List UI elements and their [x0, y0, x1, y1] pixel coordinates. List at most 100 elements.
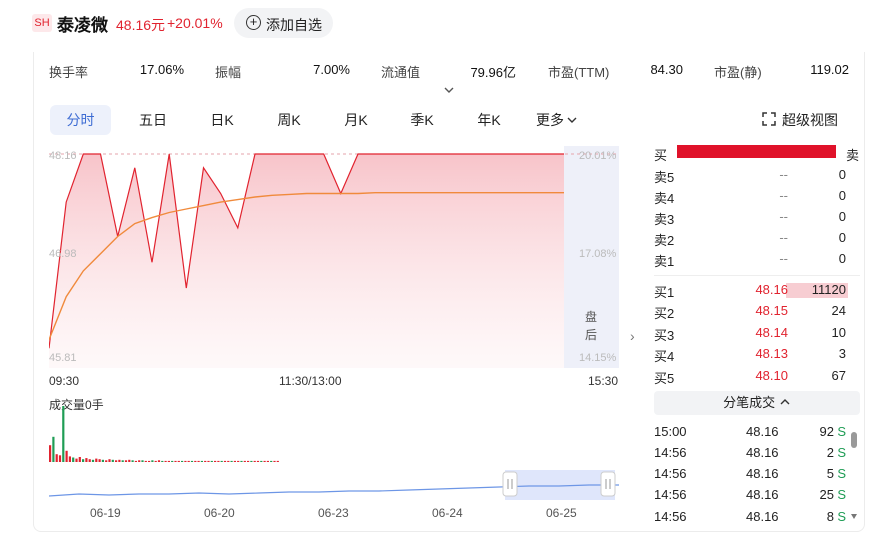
- tab-quarterly-k[interactable]: 季K: [400, 105, 444, 135]
- volume-bar: [55, 454, 58, 462]
- volume-bar: [276, 460, 279, 462]
- volume-bar: [124, 460, 128, 462]
- nav-date-5: 06-25: [546, 506, 577, 520]
- tab-monthly-k[interactable]: 月K: [334, 105, 378, 135]
- ask-price: --: [779, 188, 788, 203]
- ask-label: 卖2: [654, 233, 675, 248]
- x-tick-close: 15:30: [588, 374, 619, 388]
- x-tick-open: 09:30: [49, 374, 80, 388]
- volume-bar: [167, 460, 170, 462]
- nav-date-4: 06-24: [432, 506, 463, 520]
- tick-side: S: [837, 445, 846, 460]
- chevron-down-icon[interactable]: [443, 84, 455, 96]
- volume-bar: [217, 460, 220, 462]
- stat-label-amplitude: 振幅: [215, 65, 242, 80]
- nav-date-3: 06-23: [318, 506, 349, 520]
- ask-row: 卖4 -- 0: [654, 188, 850, 209]
- bid-qty: 24: [831, 303, 846, 318]
- volume-bar: [260, 460, 263, 462]
- tick-price: 48.16: [746, 445, 779, 460]
- scroll-down-icon[interactable]: [851, 514, 857, 519]
- tab-intraday[interactable]: 分时: [50, 105, 111, 135]
- volume-bar: [85, 458, 88, 462]
- ask-label: 卖1: [654, 254, 675, 269]
- bid-qty: 10: [831, 325, 846, 340]
- bid-label: 买2: [654, 306, 675, 321]
- intraday-chart[interactable]: 盘 后: [49, 146, 619, 376]
- navigator-left-handle[interactable]: [502, 471, 518, 497]
- volume-bar: [115, 460, 118, 462]
- bid-label: 买1: [654, 285, 675, 300]
- tick-trades-label: 分笔成交: [723, 395, 776, 410]
- bid-qty: 11120: [811, 282, 846, 297]
- bid-row: 买2 48.15 24: [654, 303, 850, 324]
- y-tick-right-low: 14.15%: [579, 352, 617, 364]
- tab-more[interactable]: 更多: [536, 105, 588, 135]
- volume-bar: [111, 459, 114, 462]
- tick-row: 14:56 48.16 2 S: [654, 445, 850, 466]
- sell-label: 卖: [846, 148, 860, 163]
- ask-price: --: [779, 230, 788, 245]
- after-hours-label-1: 盘: [585, 309, 597, 324]
- stat-value-float-cap: 79.96亿: [470, 65, 516, 80]
- tick-list-scrollbar[interactable]: [850, 428, 858, 524]
- volume-bar: [230, 460, 233, 462]
- tick-time: 14:56: [654, 466, 687, 481]
- volume-bar: [273, 460, 276, 462]
- stat-value-amplitude: 7.00%: [313, 62, 350, 77]
- scrollbar-thumb[interactable]: [851, 432, 857, 448]
- bid-qty: 67: [831, 368, 846, 383]
- ask-label: 卖3: [654, 212, 675, 227]
- add-watchlist-button[interactable]: + 添加自选: [234, 8, 333, 38]
- tick-side: S: [837, 466, 846, 481]
- stat-value-pe-ttm: 84.30: [650, 62, 683, 77]
- bid-label: 买5: [654, 371, 675, 386]
- volume-bar: [247, 460, 250, 462]
- ask-qty: 0: [838, 230, 846, 245]
- tick-trades-toggle[interactable]: 分笔成交: [654, 391, 860, 415]
- navigator-right-handle[interactable]: [600, 471, 616, 497]
- tick-vol: 2: [826, 445, 834, 460]
- tick-row: 14:56 48.16 25 S: [654, 487, 850, 508]
- volume-bar: [49, 445, 52, 462]
- ask-qty: 0: [838, 167, 846, 182]
- volume-bar: [263, 460, 266, 462]
- tick-vol: 92: [819, 424, 834, 439]
- volume-bar: [148, 460, 151, 462]
- chevron-up-icon: [780, 399, 790, 405]
- tab-five-day[interactable]: 五日: [130, 105, 176, 135]
- tab-yearly-k[interactable]: 年K: [467, 105, 511, 135]
- bid-row: 买3 48.14 10: [654, 325, 850, 346]
- tick-price: 48.16: [746, 466, 779, 481]
- chevron-right-icon[interactable]: ›: [630, 328, 635, 344]
- ask-qty: 0: [838, 251, 846, 266]
- tick-time: 14:56: [654, 487, 687, 502]
- ask-label: 卖4: [654, 191, 675, 206]
- ask-row: 卖1 -- 0: [654, 251, 850, 272]
- tick-side: S: [837, 487, 846, 502]
- ask-price: --: [779, 251, 788, 266]
- stat-label-pe-static: 市盈(静): [714, 65, 762, 80]
- range-navigator[interactable]: [49, 468, 619, 504]
- y-tick-right-mid: 17.08%: [579, 248, 617, 260]
- volume-bar: [58, 455, 62, 462]
- volume-bar: [237, 460, 240, 462]
- volume-bar: [240, 460, 243, 462]
- volume-bar: [154, 460, 157, 462]
- volume-bar: [144, 460, 147, 462]
- tick-row: 14:56 48.16 5 S: [654, 466, 850, 487]
- tick-vol: 8: [826, 509, 834, 524]
- tick-time: 15:00: [654, 424, 687, 439]
- tick-price: 48.16: [746, 509, 779, 524]
- volume-bar: [105, 460, 108, 462]
- volume-bar: [181, 460, 184, 462]
- tab-daily-k[interactable]: 日K: [200, 105, 244, 135]
- tick-time: 14:56: [654, 445, 687, 460]
- y-tick-low: 45.81: [49, 352, 77, 364]
- tab-weekly-k[interactable]: 周K: [267, 105, 311, 135]
- ask-row: 卖3 -- 0: [654, 209, 850, 230]
- x-tick-midday: 11:30/13:00: [279, 374, 342, 388]
- chevron-down-icon: [567, 117, 577, 123]
- volume-bar: [78, 457, 81, 462]
- volume-bar: [253, 460, 256, 462]
